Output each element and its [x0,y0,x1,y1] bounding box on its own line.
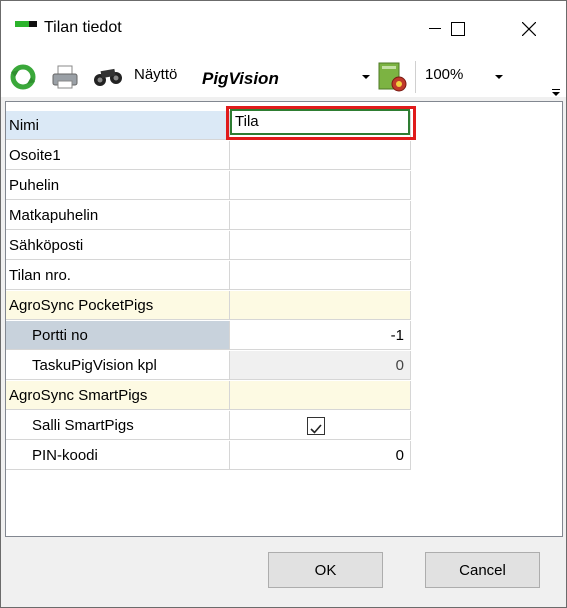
property-row-portti[interactable]: Portti no -1 [6,321,411,351]
cancel-button[interactable]: Cancel [425,552,540,588]
category-value-cell [230,381,411,410]
refresh-icon [10,64,36,90]
property-value: 0 [230,351,411,380]
property-value[interactable]: 0 [230,441,411,470]
property-label: TaskuPigVision kpl [6,351,230,380]
report-settings-button[interactable] [377,61,407,92]
app-icon [15,21,37,29]
property-label: Osoite1 [6,141,230,170]
property-row-puhelin[interactable]: Puhelin [6,171,411,201]
category-row-smartpigs[interactable]: AgroSync SmartPigs [6,381,411,411]
property-grid: Nimi Osoite1 Puhelin Matkapuhelin Sähköp… [5,101,563,537]
property-label: Nimi [6,111,230,140]
property-value[interactable] [230,231,411,260]
property-row-matkapuhelin[interactable]: Matkapuhelin [6,201,411,231]
category-label: AgroSync PocketPigs [6,291,230,320]
print-button[interactable] [51,63,79,91]
view-select-value: PigVision [202,69,279,88]
nimi-input[interactable]: Tila [230,109,410,135]
property-label: Salli SmartPigs [6,411,230,440]
maximize-icon [451,22,465,36]
ok-button[interactable]: OK [268,552,383,588]
zoom-value: 100% [425,66,464,83]
title-bar: Tilan tiedot [1,1,566,55]
dialog-window: Tilan tiedot Näyttö PigVision 100% Nimi … [0,0,567,608]
chevron-down-icon [362,75,370,79]
category-label: AgroSync SmartPigs [6,381,230,410]
print-icon [52,65,78,89]
window-title: Tilan tiedot [44,19,122,36]
view-select[interactable]: PigVision [196,59,374,93]
property-label: Sähköposti [6,231,230,260]
category-value-cell [230,291,411,320]
find-button[interactable] [92,63,122,91]
view-label: Näyttö [134,66,178,83]
property-row-sahkoposti[interactable]: Sähköposti [6,231,411,261]
property-label: Puhelin [6,171,230,200]
property-row-osoite[interactable]: Osoite1 [6,141,411,171]
property-label: Portti no [6,321,230,350]
property-label: Matkapuhelin [6,201,230,230]
refresh-button[interactable] [9,63,37,91]
property-label: PIN-koodi [6,441,230,470]
zoom-select[interactable]: 100% [419,59,509,93]
property-value[interactable] [230,141,411,170]
property-row-salli-smartpigs[interactable]: Salli SmartPigs [6,411,411,441]
property-value[interactable] [230,201,411,230]
settings-report-icon [378,62,407,92]
binoculars-icon [94,68,122,86]
salli-smartpigs-checkbox[interactable] [307,417,325,435]
property-value[interactable]: -1 [230,321,411,350]
toolbar: Näyttö PigVision 100% [1,55,566,97]
property-value[interactable] [230,171,411,200]
chevron-down-icon [495,75,503,79]
maximize-button[interactable] [435,13,481,45]
close-button[interactable] [506,13,552,45]
property-value-cell [230,411,411,440]
close-icon [522,22,536,36]
property-row-tilan-nro[interactable]: Tilan nro. [6,261,411,291]
property-row-pin-koodi[interactable]: PIN-koodi 0 [6,441,411,471]
toolbar-separator [415,61,416,93]
property-label: Tilan nro. [6,261,230,290]
category-row-pocketpigs[interactable]: AgroSync PocketPigs [6,291,411,321]
property-row-taskupigvision[interactable]: TaskuPigVision kpl 0 [6,351,411,381]
property-value[interactable] [230,261,411,290]
toolbar-overflow-button[interactable] [550,85,562,96]
overflow-icon [552,89,560,96]
checkmark-icon [310,424,322,434]
